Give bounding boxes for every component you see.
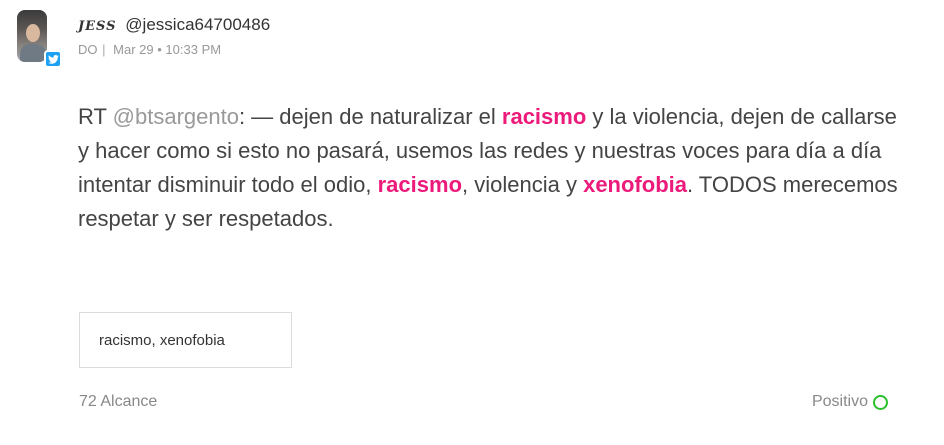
post-body: RT @btsargento: — dejen de naturalizar e…: [78, 100, 898, 236]
keyword-highlight: racismo: [377, 172, 463, 197]
author-handle[interactable]: @jessica64700486: [125, 15, 270, 34]
social-post-card: JESS @jessica64700486 DO | Mar 29 • 10:3…: [0, 0, 944, 445]
post-segment: : — dejen de naturalizar el: [238, 104, 502, 129]
twitter-icon: [44, 50, 62, 68]
avatar-group[interactable]: [17, 10, 62, 68]
country-code: DO: [78, 42, 98, 57]
avatar-shirt: [20, 44, 46, 62]
keyword-tags-box: racismo, xenofobia: [79, 312, 292, 368]
meta-dot: •: [157, 42, 162, 57]
keyword-highlight: racismo: [501, 104, 587, 129]
avatar-face: [26, 24, 40, 42]
keyword-highlight: xenofobia: [583, 172, 687, 197]
keyword-tags-label: racismo, xenofobia: [99, 331, 225, 349]
post-date: Mar 29: [113, 42, 154, 57]
avatar[interactable]: [17, 10, 47, 62]
post-meta: DO | Mar 29 • 10:33 PM: [78, 42, 270, 58]
sentiment-indicator[interactable]: Positivo: [812, 393, 888, 411]
sentiment-label: Positivo: [811, 393, 868, 410]
post-header: JESS @jessica64700486 DO | Mar 29 • 10:3…: [78, 14, 270, 58]
author-line: JESS @jessica64700486: [78, 14, 270, 38]
post-time: 10:33 PM: [165, 42, 222, 57]
post-segment: , violencia y: [462, 172, 584, 197]
mention-link[interactable]: @btsargento: [113, 104, 239, 129]
sentiment-circle-icon: [873, 394, 888, 410]
twitter-bird-glyph: [47, 54, 59, 64]
reach-label: 72 Alcance: [79, 393, 158, 410]
reach-stat: 72 Alcance: [79, 393, 157, 411]
author-name[interactable]: JESS: [78, 19, 117, 34]
meta-separator: |: [102, 42, 106, 57]
post-segment: RT: [78, 104, 113, 129]
